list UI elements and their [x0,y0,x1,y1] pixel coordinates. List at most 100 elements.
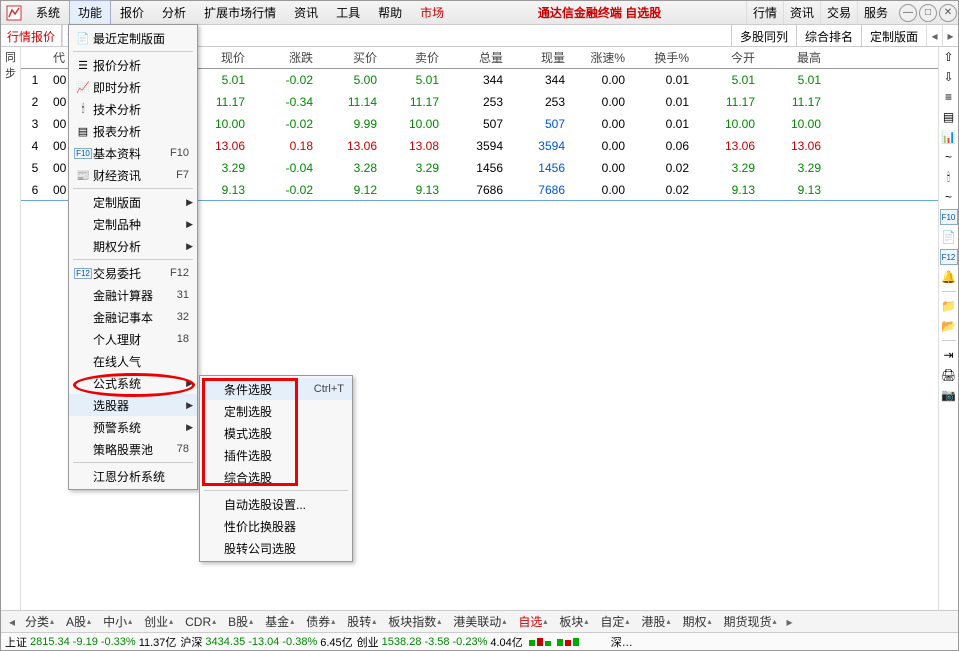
menu-item-5[interactable]: 资讯 [285,0,327,25]
titlebar-right-0[interactable]: 行情 [746,1,783,24]
bottom-tab-next[interactable]: ▸ [783,615,797,629]
menu-entry-预警系统[interactable]: 预警系统▶ [69,416,197,438]
right-tool-icon-1[interactable]: ⇩ [941,69,957,85]
menu-entry-选股器[interactable]: 选股器▶ [69,394,197,416]
titlebar-right-3[interactable]: 服务 [857,1,894,24]
right-tool-icon-5[interactable]: ~ [941,149,957,165]
right-tool-icon-10[interactable]: F12 [940,249,958,265]
menu-entry-即时分析[interactable]: 📈即时分析 [69,76,197,98]
menu-entry-报表分析[interactable]: ▤报表分析 [69,120,197,142]
col-header-7[interactable]: 卖价 [381,49,443,66]
col-header-11[interactable]: 换手% [629,49,693,66]
bottom-tab-4[interactable]: CDR▴ [179,615,222,629]
submenu-entry-7[interactable]: 性价比换股器 [200,515,352,537]
status-segment-0[interactable]: 上证2815.34-9.19-0.33%11.37亿 [5,634,176,650]
submenu-entry-3[interactable]: 插件选股 [200,444,352,466]
titlebar-right-2[interactable]: 交易 [820,1,857,24]
right-tool-icon-13[interactable]: 📁 [941,298,957,314]
right-tool-icon-2[interactable]: ≡ [941,89,957,105]
menu-entry-江恩分析系统[interactable]: 江恩分析系统 [69,465,197,487]
sub-tab-2[interactable]: 定制版面 [861,25,926,46]
menu-entry-定制版面[interactable]: 定制版面▶ [69,191,197,213]
submenu-entry-8[interactable]: 股转公司选股 [200,537,352,559]
right-tool-icon-7[interactable]: ~ [941,189,957,205]
bottom-tab-14[interactable]: 港股▴ [635,613,676,630]
col-header-12[interactable]: 今开 [693,49,759,66]
sub-tab-0[interactable]: 多股同列 [731,25,796,46]
submenu-entry-4[interactable]: 综合选股 [200,466,352,488]
right-tool-icon-4[interactable]: 📊 [941,129,957,145]
submenu-entry-1[interactable]: 定制选股 [200,400,352,422]
sync-label[interactable]: 同步 [1,49,20,81]
close-button[interactable]: ✕ [939,4,957,22]
menu-item-7[interactable]: 帮助 [369,0,411,25]
titlebar-right-1[interactable]: 资讯 [783,1,820,24]
col-header-8[interactable]: 总量 [443,49,507,66]
status-segment-2[interactable]: 创业1538.28-3.58-0.23%4.04亿 [357,634,523,650]
menu-entry-技术分析[interactable]: 🕯技术分析 [69,98,197,120]
bottom-tab-6[interactable]: 基金▴ [259,613,300,630]
menu-item-6[interactable]: 工具 [327,0,369,25]
right-tool-icon-0[interactable]: ⇧ [941,49,957,65]
bottom-tab-prev[interactable]: ◂ [5,615,19,629]
submenu-entry-2[interactable]: 模式选股 [200,422,352,444]
cell: -0.04 [249,161,317,175]
col-header-10[interactable]: 涨速% [569,49,629,66]
right-tool-icon-18[interactable]: 📷 [941,387,957,403]
menu-entry-公式系统[interactable]: 公式系统▶ [69,372,197,394]
status-segment-1[interactable]: 沪深3434.35-13.04-0.38%6.45亿 [180,634,352,650]
minimize-button[interactable]: — [899,4,917,22]
right-tool-icon-3[interactable]: ▤ [941,109,957,125]
bottom-tab-10[interactable]: 港美联动▴ [447,613,512,630]
right-tool-icon-11[interactable]: 🔔 [941,269,957,285]
sub-tab-1[interactable]: 综合排名 [796,25,861,46]
bottom-tab-13[interactable]: 自定▴ [594,613,635,630]
menu-entry-定制品种[interactable]: 定制品种▶ [69,213,197,235]
subbar-scroll-right[interactable]: ▸ [942,25,958,46]
menu-item-3[interactable]: 分析 [153,0,195,25]
menu-entry-在线人气[interactable]: 在线人气 [69,350,197,372]
menu-entry-基本资料[interactable]: F10基本资料F10 [69,142,197,164]
col-header-5[interactable]: 涨跌 [249,49,317,66]
bottom-tab-11[interactable]: 自选▴ [512,613,553,630]
menu-entry-财经资讯[interactable]: 📰财经资讯F7 [69,164,197,186]
menu-item-4[interactable]: 扩展市场行情 [195,0,285,25]
subbar-left-tab[interactable]: 行情报价 [1,25,62,46]
bottom-tab-1[interactable]: A股▴ [60,613,97,630]
menu-item-0[interactable]: 系统 [27,0,69,25]
col-header-9[interactable]: 现量 [507,49,569,66]
bottom-tab-7[interactable]: 债券▴ [300,613,341,630]
submenu-entry-6[interactable]: 自动选股设置... [200,493,352,515]
col-header-13[interactable]: 最高 [759,49,825,66]
bottom-tab-12[interactable]: 板块▴ [553,613,594,630]
right-tool-icon-6[interactable]: 🕯 [941,169,957,185]
bottom-tab-8[interactable]: 股转▴ [341,613,382,630]
menu-item-8[interactable]: 市场 [411,0,453,25]
bottom-tab-3[interactable]: 创业▴ [138,613,179,630]
subbar-scroll-left[interactable]: ◂ [926,25,942,46]
menu-entry-最近定制版面[interactable]: 📄最近定制版面 [69,27,197,49]
menu-entry-期权分析[interactable]: 期权分析▶ [69,235,197,257]
right-tool-icon-17[interactable]: 🖨 [941,367,957,383]
menu-entry-交易委托[interactable]: F12交易委托F12 [69,262,197,284]
bottom-tab-15[interactable]: 期权▴ [676,613,717,630]
menu-entry-金融计算器[interactable]: 金融计算器31 [69,284,197,306]
menu-item-2[interactable]: 报价 [111,0,153,25]
right-tool-icon-14[interactable]: 📂 [941,318,957,334]
menu-item-1[interactable]: 功能 [69,0,111,25]
right-tool-icon-16[interactable]: ⇥ [941,347,957,363]
col-header-6[interactable]: 买价 [317,49,381,66]
right-tool-icon-8[interactable]: F10 [940,209,958,225]
menu-entry-金融记事本[interactable]: 金融记事本32 [69,306,197,328]
menu-entry-报价分析[interactable]: ☰报价分析 [69,54,197,76]
menu-entry-个人理财[interactable]: 个人理财18 [69,328,197,350]
maximize-button[interactable]: □ [919,4,937,22]
bottom-tab-2[interactable]: 中小▴ [97,613,138,630]
menu-entry-策略股票池[interactable]: 策略股票池78 [69,438,197,460]
bottom-tab-16[interactable]: 期货现货▴ [717,613,782,630]
right-tool-icon-9[interactable]: 📄 [941,229,957,245]
bottom-tab-0[interactable]: 分类▴ [19,613,60,630]
bottom-tab-5[interactable]: B股▴ [222,613,259,630]
submenu-entry-0[interactable]: 条件选股Ctrl+T [200,378,352,400]
bottom-tab-9[interactable]: 板块指数▴ [382,613,447,630]
